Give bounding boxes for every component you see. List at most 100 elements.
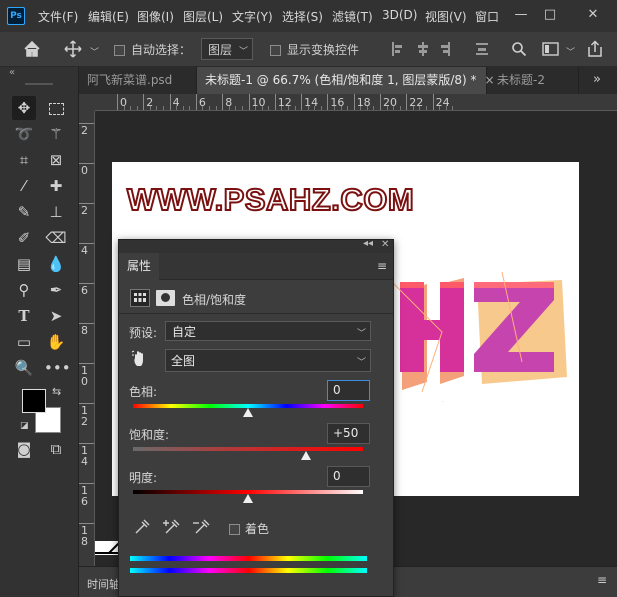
menu-3d[interactable]: 3D(D)	[382, 8, 417, 22]
panel-header: 属性 ≡	[119, 253, 393, 280]
lightness-label: 明度:	[129, 471, 158, 485]
gradient-tool[interactable]: ▤	[12, 252, 36, 276]
quick-mask-icon[interactable]: ◙	[12, 437, 36, 461]
targeted-adjustment-hand-icon[interactable]	[131, 350, 149, 368]
close-window-button[interactable]: ✕	[580, 4, 606, 26]
collapse-icon[interactable]: «	[9, 67, 15, 78]
frame-tool[interactable]: ⊠	[44, 148, 68, 172]
auto-select-dropdown[interactable]: 图层 ﹀	[201, 38, 253, 60]
history-brush-tool[interactable]: ✐	[12, 226, 36, 250]
hue-slider-thumb[interactable]	[243, 408, 253, 417]
mask-icon[interactable]	[156, 290, 175, 306]
tab-active-document[interactable]: 未标题-1 @ 66.7% (色相/饱和度 1, 图层蒙版/8) * ×	[197, 67, 495, 94]
lasso-tool[interactable]: ➰	[12, 122, 36, 146]
healing-brush-tool[interactable]: ✚	[44, 174, 68, 198]
maximize-button[interactable]: □	[537, 4, 563, 26]
input-color-bar	[130, 556, 367, 561]
auto-select-checkbox[interactable]	[114, 43, 125, 57]
menu-type[interactable]: 文字(Y)	[232, 8, 273, 25]
saturation-slider-thumb[interactable]	[300, 451, 311, 460]
zoom-tool[interactable]: 🔍	[12, 356, 36, 380]
saturation-input[interactable]: +50	[327, 423, 370, 444]
hand-tool[interactable]: ✋	[44, 330, 68, 354]
panel-menu-icon[interactable]: ≡	[377, 259, 387, 273]
menu-bar: Ps 文件(F) 编辑(E) 图像(I) 图层(L) 文字(Y) 选择(S) 滤…	[0, 0, 617, 32]
align-icons[interactable]	[390, 41, 510, 57]
lightness-slider-thumb[interactable]	[243, 494, 253, 503]
hue-input[interactable]: 0	[327, 380, 370, 401]
adjustment-icon[interactable]	[130, 289, 150, 307]
swap-colors-icon[interactable]: ⇆	[52, 385, 61, 398]
close-icon[interactable]: ✕	[381, 239, 389, 250]
eraser-tool[interactable]: ⌫	[44, 226, 68, 250]
minimize-button[interactable]: —	[508, 4, 534, 26]
menu-window[interactable]: 窗口	[475, 8, 499, 25]
saturation-slider-track[interactable]	[133, 447, 363, 451]
menu-image[interactable]: 图像(I)	[137, 8, 174, 25]
chevron-down-icon[interactable]: ﹀	[90, 45, 99, 58]
tab-psd-file[interactable]: 阿飞新菜谱.psd	[79, 67, 197, 94]
ruler-label: 1 0	[81, 364, 88, 388]
blur-tool[interactable]: 💧	[44, 252, 68, 276]
menu-view[interactable]: 视图(V)	[425, 8, 467, 25]
move-tool[interactable]: ✥	[12, 96, 36, 120]
menu-file[interactable]: 文件(F)	[38, 8, 78, 25]
panel-titlebar[interactable]: ◂◂ ✕	[119, 238, 393, 253]
collapse-icon[interactable]: ◂◂	[363, 238, 373, 249]
ruler-tick	[169, 94, 171, 110]
default-colors-icon[interactable]: ◪	[20, 421, 29, 431]
art-text-label: HZ	[442, 401, 444, 403]
ruler-tick	[327, 94, 329, 110]
tools-panel: « ✥ ➰ ⚚ ⌗ ⊠ ⁄ ✚ ✎ ⊥ ✐ ⌫ ▤ 💧 ⚲ ✒ T ➤ ▭ ✋ …	[0, 67, 79, 597]
adjustment-title: 色相/饱和度	[182, 293, 247, 307]
tab-label: 未标题-1 @ 66.7% (色相/饱和度 1, 图层蒙版/8) *	[205, 73, 477, 87]
channel-dropdown[interactable]: 全图 ﹀	[165, 349, 371, 372]
brush-tool[interactable]: ✎	[12, 200, 36, 224]
home-icon[interactable]	[23, 40, 41, 58]
tab-overflow-icon[interactable]: »	[593, 72, 601, 87]
chevron-down-icon[interactable]: ﹀	[566, 45, 575, 58]
ruler-label: 18	[356, 96, 371, 109]
ruler-label: 1 6	[81, 484, 88, 508]
ruler-label: 2	[81, 204, 88, 217]
tab-properties[interactable]: 属性	[119, 253, 159, 280]
menu-edit[interactable]: 编辑(E)	[88, 8, 129, 25]
move-tool-icon[interactable]	[64, 40, 82, 58]
foreground-color-swatch[interactable]	[22, 389, 46, 413]
ruler-tick	[143, 94, 145, 110]
panel-menu-icon[interactable]: ≡	[597, 573, 607, 587]
menu-select[interactable]: 选择(S)	[282, 8, 323, 25]
crop-tool[interactable]: ⌗	[12, 148, 36, 172]
pen-tool[interactable]: ✒	[44, 278, 68, 302]
timeline-label[interactable]: 时间轴	[87, 576, 120, 592]
menu-filter[interactable]: 滤镜(T)	[332, 8, 373, 25]
eyedropper-tool[interactable]: ⁄	[12, 174, 36, 198]
preset-dropdown[interactable]: 自定 ﹀	[165, 321, 371, 341]
vertical-ruler[interactable]: 2 0 2 4 6 8 1 0 1 2 1 4 1 6 1 8	[79, 111, 95, 566]
document-tabs: 阿飞新菜谱.psd 未标题-1 @ 66.7% (色相/饱和度 1, 图层蒙版/…	[79, 67, 617, 94]
ruler-tick	[79, 283, 94, 284]
saturation-value: +50	[333, 426, 359, 440]
workspace-icon[interactable]	[542, 41, 560, 57]
path-selection-tool[interactable]: ➤	[44, 304, 68, 328]
type-tool[interactable]: T	[12, 304, 36, 328]
marquee-tool[interactable]	[44, 96, 68, 120]
menu-layer[interactable]: 图层(L)	[183, 8, 223, 25]
lightness-input[interactable]: 0	[327, 466, 370, 487]
tab-untitled-2[interactable]: 未标题-2	[489, 67, 579, 94]
colorize-checkbox[interactable]	[229, 522, 240, 536]
eyedropper-icons[interactable]	[133, 517, 223, 535]
share-icon[interactable]	[586, 40, 604, 58]
stamp-tool[interactable]: ⊥	[44, 200, 68, 224]
rectangle-tool[interactable]: ▭	[12, 330, 36, 354]
ruler-tick	[432, 94, 434, 110]
search-icon[interactable]	[511, 41, 527, 57]
magic-wand-tool[interactable]: ⚚	[44, 122, 68, 146]
horizontal-ruler[interactable]: 0 2 4 6 8 10 12 14 16 18 20 22 24	[95, 94, 617, 111]
dodge-tool[interactable]: ⚲	[12, 278, 36, 302]
screen-mode-icon[interactable]: ⧉	[44, 437, 68, 461]
show-transform-checkbox[interactable]	[270, 43, 281, 57]
tab-label: 未标题-2	[497, 73, 545, 87]
ruler-label: 4	[81, 244, 88, 257]
more-tools-icon[interactable]: •••	[44, 356, 71, 380]
